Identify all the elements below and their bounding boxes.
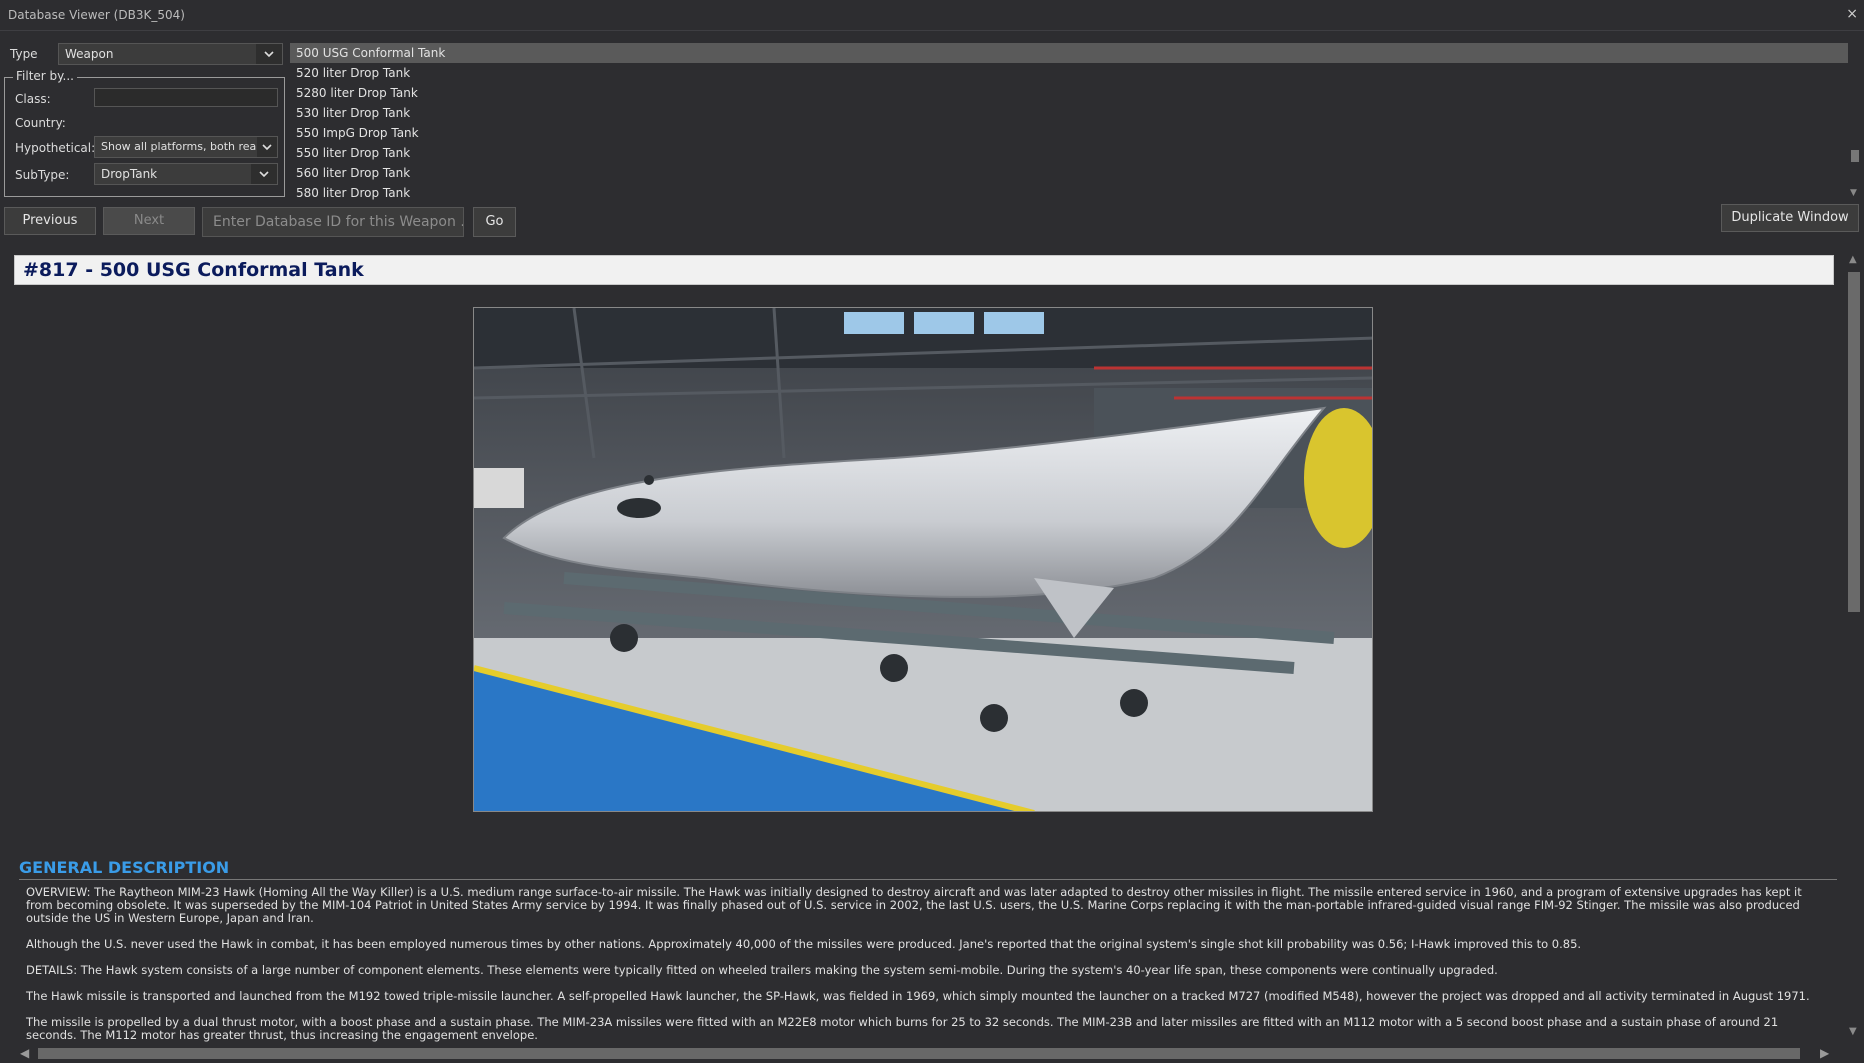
record-heading-bar: #817 - 500 USG Conformal Tank: [14, 255, 1834, 285]
scroll-up-icon[interactable]: ▲: [1849, 254, 1857, 265]
content-horizontal-scrollbar[interactable]: ◀ ▶: [0, 1044, 1864, 1063]
previous-button[interactable]: Previous: [4, 207, 96, 235]
scroll-down-icon[interactable]: ▼: [1850, 188, 1857, 198]
content-vertical-scrollbar[interactable]: ▲ ▼: [1844, 248, 1864, 1043]
list-item[interactable]: 550 liter Drop Tank: [290, 143, 1848, 163]
horizontal-scroll-thumb[interactable]: [38, 1048, 1800, 1059]
go-button[interactable]: Go: [473, 207, 516, 237]
weapon-photo: [473, 307, 1373, 812]
list-item[interactable]: 530 liter Drop Tank: [290, 103, 1848, 123]
class-label: Class:: [15, 92, 51, 106]
title-bar: Database Viewer (DB3K_504) ×: [0, 0, 1864, 31]
list-item[interactable]: 500 USG Conformal Tank: [290, 43, 1848, 63]
chevron-down-icon: [251, 164, 277, 184]
description-text: OVERVIEW: The Raytheon MIM-23 Hawk (Homi…: [26, 886, 1818, 1043]
next-button[interactable]: Next: [103, 207, 195, 235]
weapon-list[interactable]: 500 USG Conformal Tank 520 liter Drop Ta…: [290, 43, 1848, 200]
duplicate-window-button[interactable]: Duplicate Window: [1721, 204, 1859, 232]
chevron-down-icon: [257, 137, 277, 157]
record-heading: #817 - 500 USG Conformal Tank: [23, 259, 364, 281]
scroll-left-icon[interactable]: ◀: [20, 1046, 29, 1060]
description-paragraph: DETAILS: The Hawk system consists of a l…: [26, 963, 1498, 977]
type-label: Type: [10, 47, 38, 61]
chevron-down-icon: [256, 44, 282, 64]
list-item[interactable]: 5280 liter Drop Tank: [290, 83, 1848, 103]
vertical-scroll-thumb[interactable]: [1848, 272, 1860, 612]
window-title: Database Viewer (DB3K_504): [8, 8, 185, 22]
subtype-label: SubType:: [15, 168, 70, 182]
hypothetical-value: Show all platforms, both real: [101, 140, 260, 153]
subtype-value: DropTank: [101, 167, 158, 181]
list-item[interactable]: 550 ImpG Drop Tank: [290, 123, 1848, 143]
record-content: #817 - 500 USG Conformal Tank GENERAL DE…: [10, 248, 1844, 1043]
description-paragraph: The Hawk missile is transported and laun…: [26, 989, 1810, 1003]
list-item[interactable]: 580 liter Drop Tank: [290, 183, 1848, 200]
list-item[interactable]: 520 liter Drop Tank: [290, 63, 1848, 83]
description-paragraph: OVERVIEW: The Raytheon MIM-23 Hawk (Homi…: [26, 885, 1802, 925]
type-value: Weapon: [65, 47, 114, 61]
list-scrollbar[interactable]: ▼: [1848, 43, 1862, 200]
section-title: GENERAL DESCRIPTION: [19, 858, 230, 877]
type-dropdown[interactable]: Weapon: [58, 43, 283, 65]
hypothetical-label: Hypothetical:: [15, 141, 96, 155]
scroll-down-icon[interactable]: ▼: [1849, 1026, 1857, 1037]
hypothetical-dropdown[interactable]: Show all platforms, both real: [94, 136, 278, 158]
country-label: Country:: [15, 116, 66, 130]
class-input[interactable]: [94, 88, 278, 107]
subtype-dropdown[interactable]: DropTank: [94, 163, 278, 185]
section-divider: [19, 879, 1837, 880]
description-paragraph: Although the U.S. never used the Hawk in…: [26, 937, 1582, 951]
database-id-input[interactable]: Enter Database ID for this Weapon ...: [202, 207, 464, 237]
filter-legend: Filter by...: [13, 69, 77, 83]
close-icon[interactable]: ×: [1846, 6, 1858, 22]
conformal-tank-image: [474, 308, 1372, 811]
description-paragraph: The missile is propelled by a dual thrus…: [26, 1015, 1779, 1042]
list-item[interactable]: 560 liter Drop Tank: [290, 163, 1848, 183]
list-scroll-thumb[interactable]: [1851, 150, 1859, 162]
scroll-right-icon[interactable]: ▶: [1820, 1046, 1829, 1060]
